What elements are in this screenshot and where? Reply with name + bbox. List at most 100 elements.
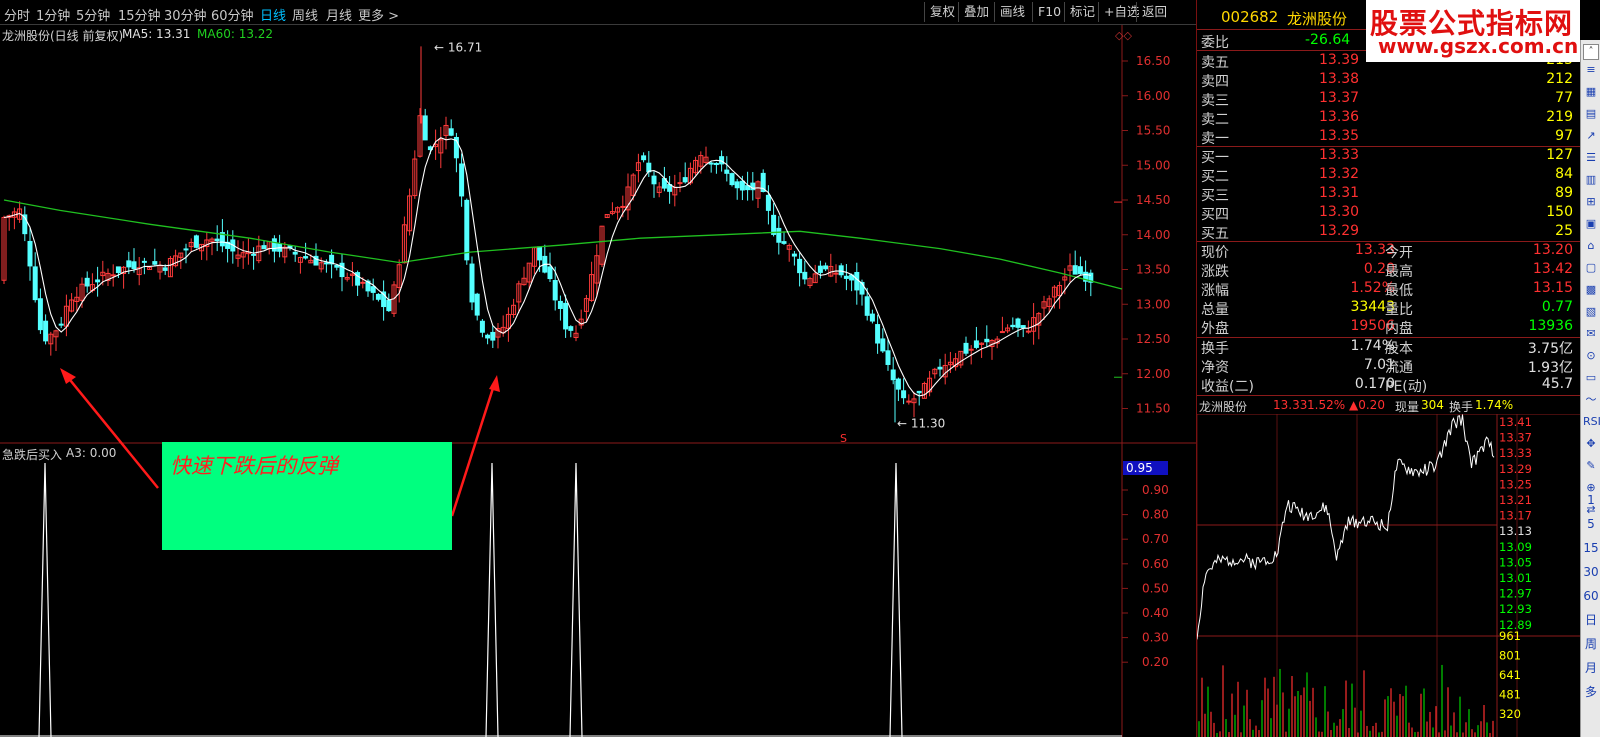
candle bbox=[469, 256, 475, 311]
candle bbox=[167, 255, 173, 278]
tool-icon[interactable]: ☰ bbox=[1583, 150, 1599, 166]
candle bbox=[235, 240, 241, 267]
diamond-icon[interactable]: ◇◇ bbox=[1115, 29, 1132, 42]
tool-icon[interactable]: ▧ bbox=[1583, 304, 1599, 320]
period-shortcut[interactable]: 多 bbox=[1583, 684, 1599, 700]
tool-icon[interactable]: ✉ bbox=[1583, 326, 1599, 342]
kline-chart[interactable]: 16.50 16.00 15.50 15.00 14.50 14.00 13.50 13.00… bbox=[0, 25, 1196, 737]
candle bbox=[495, 323, 501, 349]
toolbar-button[interactable]: 画线 bbox=[994, 2, 1030, 22]
tool-icon[interactable]: ⊙ bbox=[1583, 348, 1599, 364]
period-tab[interactable]: 分时 bbox=[4, 5, 30, 24]
candle bbox=[906, 394, 912, 405]
candle bbox=[667, 176, 673, 204]
indicator-tick-label: 0.90 bbox=[1142, 483, 1169, 497]
intraday-price-tick: 13.17 bbox=[1499, 509, 1532, 523]
candle bbox=[953, 353, 959, 371]
tool-icon[interactable]: ≡ bbox=[1583, 62, 1599, 78]
period-shortcut[interactable]: 月 bbox=[1583, 660, 1599, 676]
candle bbox=[209, 237, 215, 256]
candle bbox=[474, 292, 480, 321]
candle bbox=[131, 248, 137, 273]
stat-row: 涨跌 0.20 最高 13.42 bbox=[1197, 261, 1581, 280]
candle bbox=[542, 244, 548, 274]
toolbar-button[interactable]: F10 bbox=[1032, 2, 1066, 22]
tool-icon[interactable]: ↗ bbox=[1583, 128, 1599, 144]
period-shortcut[interactable]: 1 bbox=[1583, 492, 1599, 508]
candle bbox=[344, 272, 350, 282]
scroll-up-icon[interactable]: ˄ bbox=[1583, 44, 1599, 60]
period-shortcut[interactable]: 30 bbox=[1583, 564, 1599, 580]
tool-icon[interactable]: ▢ bbox=[1583, 260, 1599, 276]
candle bbox=[1077, 256, 1083, 275]
tool-icon[interactable]: ▤ bbox=[1583, 106, 1599, 122]
candle bbox=[479, 319, 485, 338]
period-tab[interactable]: 60分钟 bbox=[211, 5, 254, 24]
candle bbox=[578, 309, 584, 329]
intraday-price-tick: 13.05 bbox=[1499, 555, 1532, 569]
candle bbox=[240, 241, 246, 269]
period-tab[interactable]: 15分钟 bbox=[118, 5, 161, 24]
candle bbox=[573, 325, 579, 342]
tool-icon[interactable]: 〜 bbox=[1583, 392, 1599, 408]
row-volume: 97 bbox=[1555, 128, 1573, 144]
stat-label: 内盘 bbox=[1385, 321, 1413, 337]
candle bbox=[11, 207, 17, 230]
period-shortcut[interactable]: 15 bbox=[1583, 540, 1599, 556]
tool-icon[interactable]: ✎ bbox=[1583, 458, 1599, 474]
tool-icon[interactable]: ▥ bbox=[1583, 172, 1599, 188]
period-shortcut[interactable]: 日 bbox=[1583, 612, 1599, 628]
toolbar-button[interactable]: 返回 bbox=[1136, 2, 1172, 22]
tool-icon[interactable]: ▣ bbox=[1583, 216, 1599, 232]
period-tab[interactable]: 30分钟 bbox=[164, 5, 207, 24]
period-shortcut[interactable]: 5 bbox=[1583, 516, 1599, 532]
candle bbox=[381, 280, 387, 321]
intraday-change: ▲0.20 bbox=[1349, 398, 1385, 412]
intraday-chart[interactable]: 13.41 13.3713.33 13.2913.25 13.21 13.1713.13… bbox=[1197, 414, 1581, 737]
toolbar-button[interactable]: 标记 bbox=[1064, 2, 1100, 22]
candle bbox=[183, 243, 189, 264]
tool-icon[interactable]: ⊞ bbox=[1583, 194, 1599, 210]
indicator-tick-label: 0.60 bbox=[1142, 557, 1169, 571]
stat-label: 收益(二) bbox=[1201, 379, 1254, 395]
toolbar-button[interactable]: 复权 bbox=[924, 2, 960, 22]
stat-label: 换手 bbox=[1201, 341, 1229, 357]
intraday-vol-tick: 801 bbox=[1499, 649, 1521, 663]
period-tab[interactable]: 1分钟 bbox=[36, 5, 70, 24]
candle bbox=[48, 331, 54, 356]
candle bbox=[1010, 317, 1016, 330]
candle bbox=[193, 234, 199, 249]
tool-icon[interactable]: RSI bbox=[1583, 414, 1600, 430]
period-shortcut[interactable]: 60 bbox=[1583, 588, 1599, 604]
period-tab[interactable]: 周线 bbox=[292, 5, 318, 24]
tool-icon[interactable]: ⌂ bbox=[1583, 238, 1599, 254]
ma60-line bbox=[3, 199, 1123, 290]
row-label: 卖二 bbox=[1201, 112, 1229, 128]
current-value: 0.95 bbox=[1126, 461, 1153, 475]
period-shortcut[interactable]: 周 bbox=[1583, 636, 1599, 652]
period-tab[interactable]: 5分钟 bbox=[76, 5, 110, 24]
candle bbox=[854, 262, 860, 305]
stat-label: 涨幅 bbox=[1201, 283, 1229, 299]
tool-icon[interactable]: ▭ bbox=[1583, 370, 1599, 386]
candle bbox=[958, 350, 964, 369]
candle bbox=[1051, 285, 1057, 309]
tool-icon[interactable]: ✥ bbox=[1583, 436, 1599, 452]
tool-icon[interactable]: ▩ bbox=[1583, 282, 1599, 298]
period-tab[interactable]: 更多 > bbox=[358, 5, 399, 24]
indicator-tick-label: 0.30 bbox=[1142, 631, 1169, 645]
row-price: 13.32 bbox=[1319, 166, 1360, 182]
toolbar-button[interactable]: 叠加 bbox=[958, 2, 994, 22]
candle bbox=[781, 231, 787, 245]
ma5-readout: MA5: 13.31 bbox=[122, 27, 191, 41]
period-tab[interactable]: 日线 bbox=[260, 5, 286, 24]
candle bbox=[95, 266, 101, 297]
period-tab[interactable]: 月线 bbox=[326, 5, 352, 24]
tool-icon[interactable]: ▦ bbox=[1583, 84, 1599, 100]
candle bbox=[375, 293, 381, 302]
candle bbox=[875, 314, 881, 354]
price-tick-label: 14.50 bbox=[1136, 193, 1170, 207]
candle bbox=[266, 241, 272, 255]
stat-value: 13.42 bbox=[1532, 261, 1573, 277]
intraday-price-tick: 13.29 bbox=[1499, 462, 1532, 476]
